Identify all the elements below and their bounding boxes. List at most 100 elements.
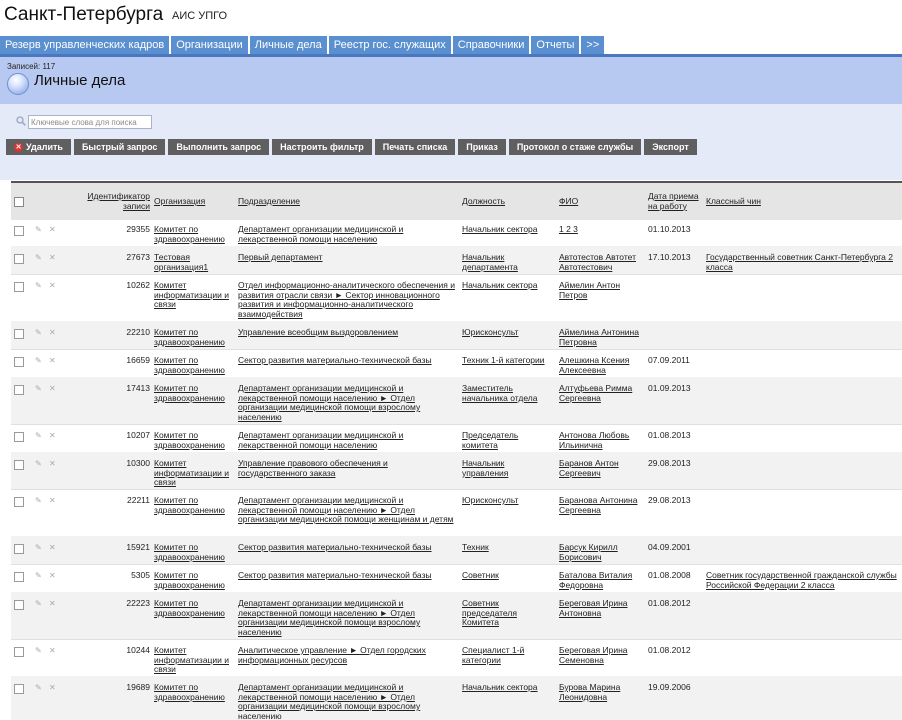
edit-icon[interactable]: ✎ [35, 571, 42, 580]
department-link[interactable]: Сектор развития материально-технической … [238, 570, 458, 581]
remove-icon[interactable]: ✕ [49, 496, 56, 505]
edit-icon[interactable]: ✎ [35, 646, 42, 655]
position-link[interactable]: Специалист 1-й категории [462, 645, 552, 665]
class-rank-link[interactable]: Советник государственной гражданской слу… [706, 570, 898, 590]
service-length-protocol-button[interactable]: Протокол о стаже службы [508, 139, 642, 155]
edit-icon[interactable]: ✎ [35, 543, 42, 552]
department-link[interactable]: Сектор развития материально-технической … [238, 355, 458, 366]
row-checkbox[interactable] [14, 600, 24, 610]
fio-link[interactable]: Антонова Любовь Ильинична [559, 430, 641, 450]
department-link[interactable]: Управление правового обеспечения и госуд… [238, 458, 458, 478]
edit-icon[interactable]: ✎ [35, 384, 42, 393]
select-all-checkbox[interactable] [14, 197, 24, 207]
position-link[interactable]: Техник 1-й категории [462, 355, 552, 366]
header-organization[interactable]: Организация [154, 196, 229, 207]
fio-link[interactable]: Автотестов Автотет Автотестович [559, 252, 641, 272]
remove-icon[interactable]: ✕ [49, 683, 56, 692]
position-link[interactable]: Начальник управления [462, 458, 552, 478]
organization-link[interactable]: Комитет по здравоохранению [154, 682, 232, 702]
remove-icon[interactable]: ✕ [49, 225, 56, 234]
department-link[interactable]: Департамент организации медицинской и ле… [238, 430, 458, 450]
department-link[interactable]: Департамент организации медицинской и ле… [238, 383, 458, 422]
remove-icon[interactable]: ✕ [49, 571, 56, 580]
tab-directories[interactable]: Справочники [452, 36, 530, 54]
remove-icon[interactable]: ✕ [49, 253, 56, 262]
remove-icon[interactable]: ✕ [49, 459, 56, 468]
remove-icon[interactable]: ✕ [49, 281, 56, 290]
row-checkbox[interactable] [14, 329, 24, 339]
header-fio[interactable]: ФИО [559, 196, 639, 207]
position-link[interactable]: Советник [462, 570, 552, 581]
header-hire-date[interactable]: Дата приема на работу [648, 191, 706, 211]
row-checkbox[interactable] [14, 647, 24, 657]
tab-reports[interactable]: Отчеты [531, 36, 580, 54]
tab-more[interactable]: >> [581, 36, 605, 54]
edit-icon[interactable]: ✎ [35, 431, 42, 440]
row-checkbox[interactable] [14, 544, 24, 554]
edit-icon[interactable]: ✎ [35, 599, 42, 608]
position-link[interactable]: Начальник сектора [462, 224, 552, 235]
position-link[interactable]: Юрисконсульт [462, 495, 552, 506]
run-query-button[interactable]: Выполнить запрос [168, 139, 270, 155]
organization-link[interactable]: Комитет по здравоохранению [154, 430, 232, 450]
row-checkbox[interactable] [14, 684, 24, 694]
quick-query-button[interactable]: Быстрый запрос [73, 139, 166, 155]
fio-link[interactable]: Баранов Антон Сергеевич [559, 458, 641, 478]
header-position[interactable]: Должность [462, 196, 552, 207]
department-link[interactable]: Первый департамент [238, 252, 458, 263]
position-link[interactable]: Заместитель начальника отдела [462, 383, 552, 403]
fio-link[interactable]: Аймелина Антонина Петровна [559, 327, 641, 347]
organization-link[interactable]: Комитет по здравоохранению [154, 542, 232, 562]
edit-icon[interactable]: ✎ [35, 459, 42, 468]
row-checkbox[interactable] [14, 572, 24, 582]
delete-button[interactable]: ✕ Удалить [6, 139, 71, 155]
position-link[interactable]: Юрисконсульт [462, 327, 552, 338]
tab-personnel-reserve[interactable]: Резерв управленческих кадров [0, 36, 170, 54]
fio-link[interactable]: Алешкина Ксения Алексеевна [559, 355, 641, 375]
organization-link[interactable]: Комитет по здравоохранению [154, 224, 232, 244]
organization-link[interactable]: Комитет по здравоохранению [154, 383, 232, 403]
fio-link[interactable]: 1 2 3 [559, 224, 641, 235]
header-class-rank[interactable]: Классный чин [706, 196, 896, 207]
organization-link[interactable]: Комитет по здравоохранению [154, 570, 232, 590]
fio-link[interactable]: Барсук Кирилл Борисович [559, 542, 641, 562]
search-input[interactable] [28, 115, 152, 129]
class-rank-link[interactable]: Государственный советник Санкт-Петербург… [706, 252, 898, 272]
row-checkbox[interactable] [14, 226, 24, 236]
position-link[interactable]: Советник председателя Комитета [462, 598, 552, 628]
organization-link[interactable]: Комитет по здравоохранению [154, 495, 232, 515]
position-link[interactable]: Начальник департамента [462, 252, 552, 272]
organization-link[interactable]: Тестовая организация1 [154, 252, 232, 272]
configure-filter-button[interactable]: Настроить фильтр [272, 139, 372, 155]
organization-link[interactable]: Комитет по здравоохранению [154, 355, 232, 375]
print-list-button[interactable]: Печать списка [374, 139, 456, 155]
department-link[interactable]: Департамент организации медицинской и ле… [238, 224, 458, 244]
edit-icon[interactable]: ✎ [35, 281, 42, 290]
edit-icon[interactable]: ✎ [35, 683, 42, 692]
remove-icon[interactable]: ✕ [49, 599, 56, 608]
remove-icon[interactable]: ✕ [49, 384, 56, 393]
export-button[interactable]: Экспорт [644, 139, 697, 155]
row-checkbox[interactable] [14, 385, 24, 395]
header-department[interactable]: Подразделение [238, 196, 438, 207]
remove-icon[interactable]: ✕ [49, 431, 56, 440]
department-link[interactable]: Сектор развития материально-технической … [238, 542, 458, 553]
fio-link[interactable]: Баталова Виталия Федоровна [559, 570, 641, 590]
fio-link[interactable]: Бурова Марина Леонидовна [559, 682, 641, 702]
header-id[interactable]: Идентификатор записи [85, 191, 150, 211]
organization-link[interactable]: Комитет информатизации и связи [154, 280, 232, 310]
fio-link[interactable]: Алтуфьева Римма Сергеевна [559, 383, 641, 403]
organization-link[interactable]: Комитет информатизации и связи [154, 645, 232, 675]
edit-icon[interactable]: ✎ [35, 496, 42, 505]
tab-civil-servants-registry[interactable]: Реестр гос. служащих [328, 36, 451, 54]
organization-link[interactable]: Комитет по здравоохранению [154, 598, 232, 618]
position-link[interactable]: Председатель комитета [462, 430, 552, 450]
department-link[interactable]: Управление всеобщим выздоровлением [238, 327, 458, 338]
remove-icon[interactable]: ✕ [49, 356, 56, 365]
department-link[interactable]: Департамент организации медицинской и ле… [238, 598, 458, 637]
order-button[interactable]: Приказ [458, 139, 506, 155]
position-link[interactable]: Начальник сектора [462, 682, 552, 693]
position-link[interactable]: Техник [462, 542, 552, 553]
department-link[interactable]: Отдел информационно-аналитического обесп… [238, 280, 458, 319]
organization-link[interactable]: Комитет информатизации и связи [154, 458, 232, 488]
